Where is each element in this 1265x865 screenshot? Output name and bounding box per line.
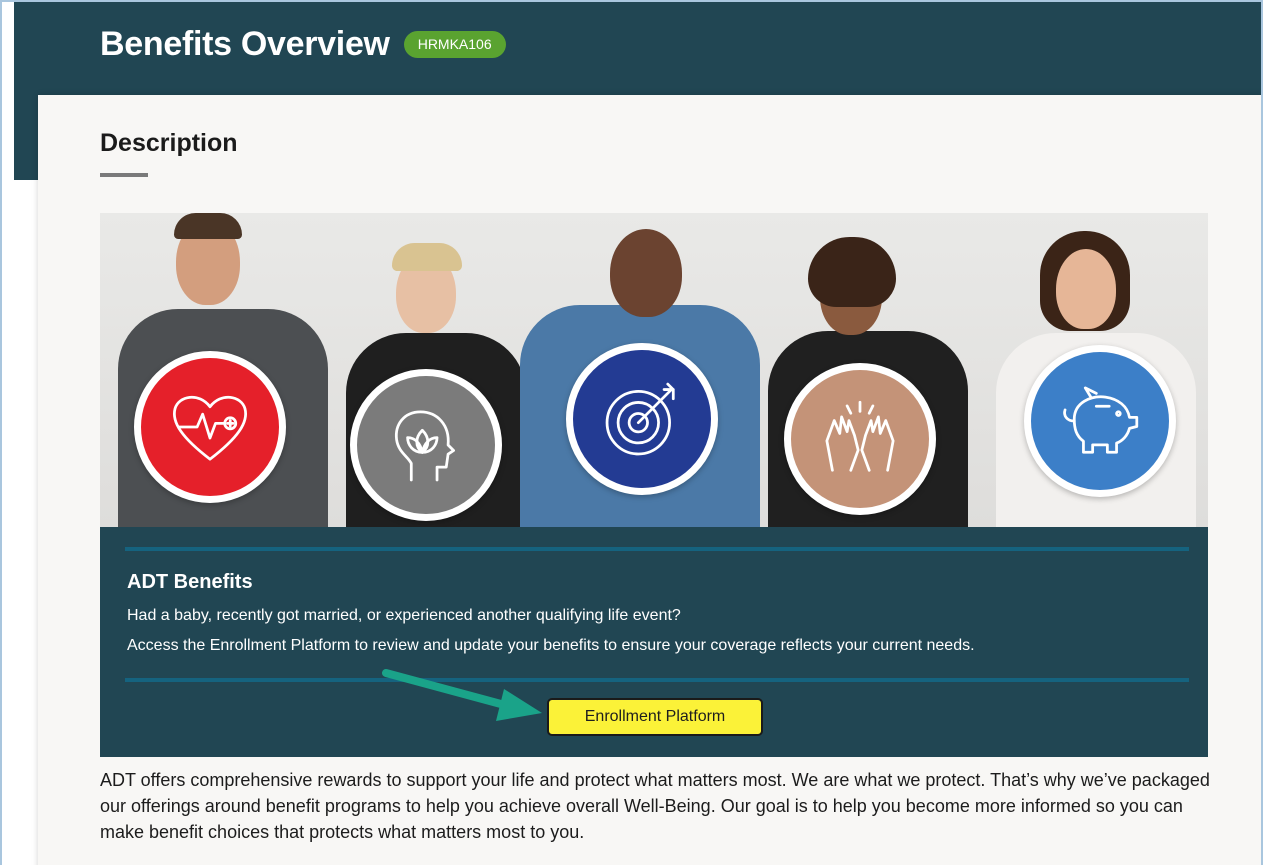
description-heading: Description (100, 129, 238, 157)
piggy-bank-icon (1024, 345, 1176, 497)
banner-line-2: Access the Enrollment Platform to review… (127, 637, 975, 654)
mind-lotus-icon (350, 369, 502, 521)
page-title: Benefits Overview (100, 24, 390, 63)
overview-paragraph: ADT offers comprehensive rewards to supp… (100, 770, 1210, 842)
banner-title: ADT Benefits (127, 571, 253, 593)
heart-pulse-icon (134, 351, 286, 503)
content-card: Description ADT Benefits Had a baby, rec… (38, 95, 1261, 865)
page-frame: Benefits Overview HRMKA106 Description A… (0, 0, 1263, 865)
banner-divider-bottom (125, 678, 1189, 682)
banner-divider-top (125, 547, 1189, 551)
pointer-arrow-icon (382, 669, 542, 721)
target-arrow-icon (566, 343, 718, 495)
high-five-icon (784, 363, 936, 515)
hero-image (100, 213, 1208, 527)
page-header: Benefits Overview HRMKA106 (100, 22, 506, 66)
heading-underline (100, 173, 148, 177)
enrollment-platform-button[interactable]: Enrollment Platform (547, 698, 763, 736)
adt-benefits-banner: ADT Benefits Had a baby, recently got ma… (100, 527, 1208, 757)
banner-line-1: Had a baby, recently got married, or exp… (127, 607, 681, 624)
course-code-badge: HRMKA106 (403, 30, 506, 58)
